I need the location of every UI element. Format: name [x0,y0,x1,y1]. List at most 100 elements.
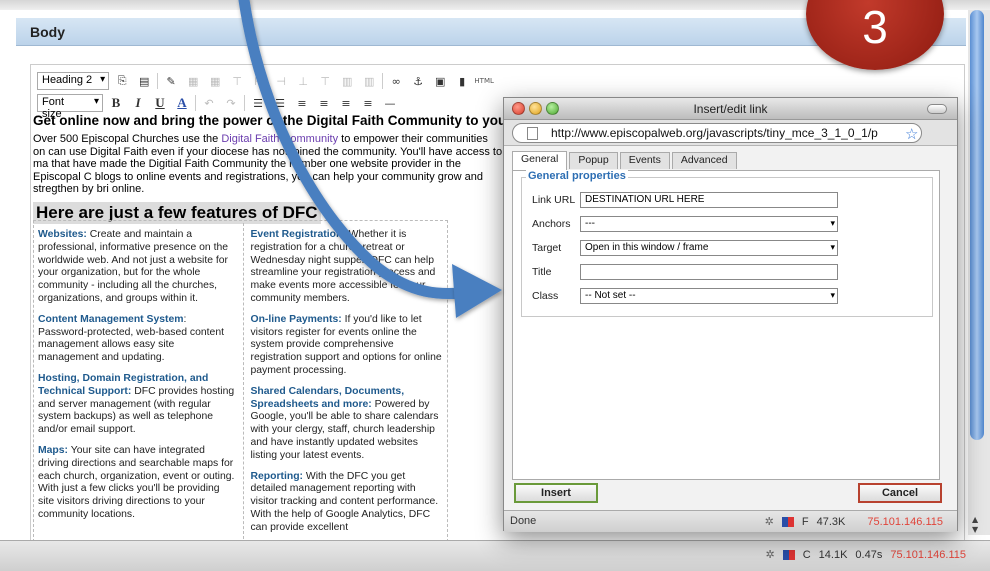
row-props-icon[interactable]: ⊤ [228,72,246,90]
feature-title: Reporting: [250,470,304,482]
link-icon[interactable]: ∞ [387,72,405,90]
insert-col-icon[interactable]: ⊥ [294,72,312,90]
anchors-label: Anchors [532,218,571,230]
intro-text-start: Over 500 Episcopal Churches use the [33,133,222,145]
paste-icon[interactable]: ▤ [135,72,153,90]
dialog-status-text: Done [510,515,537,527]
edit-icon[interactable]: ✎ [162,72,180,90]
dialog-status-info: ✲ F 47.3K 75.101.146.115 [765,515,943,529]
image-icon[interactable]: ▣ [431,72,449,90]
dialog-url-field[interactable]: http://www.episcopalweb.org/javascripts/… [512,123,922,143]
html-source-icon[interactable]: HTML [474,72,493,90]
class-row: Class -- Not set -- ▾ [532,288,838,304]
align-right-icon[interactable]: ≡ [337,94,355,112]
bullet-list-icon[interactable]: ☰ [249,94,267,112]
feature-title: On-line Payments: [250,313,342,325]
dialog-titlebar[interactable]: Insert/edit link [504,98,957,120]
fontsize-select[interactable]: Font size [37,94,103,120]
page-scrollbar[interactable]: ▲ ▼ [968,10,990,535]
dialog-url-text: http://www.episcopalweb.org/javascripts/… [551,126,878,140]
feature-title: Content Management System [38,313,184,325]
main-status-letter: C [802,548,811,561]
toolbar-toggle-icon[interactable] [927,104,947,114]
page-icon [527,127,538,140]
scroll-down-icon[interactable]: ▼ [972,525,978,534]
split-cells-icon[interactable]: ▥ [338,72,356,90]
bold-button[interactable]: B [107,94,125,112]
media-icon[interactable]: ▮ [453,72,471,90]
toolbar-separator [244,95,245,111]
general-properties-legend: General properties [526,170,628,182]
general-properties-fieldset: General properties Link URL DESTINATION … [521,170,933,317]
title-label: Title [532,266,552,278]
align-center-icon[interactable]: ≡ [315,94,333,112]
tab-popup[interactable]: Popup [569,152,618,169]
merge-cells-icon[interactable]: ▥ [360,72,378,90]
italic-button[interactable]: I [129,94,147,112]
editor-toolbar-row-2: Font size B I U A ↶ ↷ ☰ ☰ ≡ ≡ ≡ ≡ — [37,93,399,120]
tab-events[interactable]: Events [619,152,670,169]
title-row: Title [532,264,838,280]
feature-item: Shared Calendars, Documents, Spreadsheet… [250,386,443,463]
anchors-selected-value: --- [585,218,595,229]
gear-icon[interactable]: ✲ [765,515,774,528]
main-status-bar: ✲ C 14.1K 0.47s 75.101.146.115 [0,540,990,571]
step-number: 3 [862,1,888,53]
target-selected-value: Open in this window / frame [585,242,709,253]
dialog-url-bar: http://www.episcopalweb.org/javascripts/… [504,120,957,146]
underline-button[interactable]: U [151,94,169,112]
main-status-ip: 75.101.146.115 [890,548,966,561]
digital-faith-link[interactable]: Digital Faith Community [221,133,338,145]
gear-icon[interactable]: ✲ [766,548,775,561]
dialog-title: Insert/edit link [693,102,768,116]
dialog-status-letter: F [801,515,809,528]
features-column-left: Websites: Create and maintain a professi… [38,223,237,539]
flag-icon [782,549,795,560]
undo-icon[interactable]: ↶ [200,94,218,112]
anchors-select[interactable]: --- ▾ [580,216,838,232]
forecolor-button[interactable]: A [173,94,191,112]
page-scrollbar-thumb[interactable] [970,10,984,440]
delete-row-icon[interactable]: ⊣ [272,72,290,90]
class-select[interactable]: -- Not set -- ▾ [580,288,838,304]
insert-button[interactable]: Insert [514,483,598,503]
dialog-body: General Popup Events Advanced General pr… [504,146,957,532]
scroll-up-icon[interactable]: ▲ [972,515,978,524]
intro-paragraph: Over 500 Episcopal Churches use the Digi… [33,133,503,196]
link-url-input[interactable]: DESTINATION URL HERE [580,192,838,208]
title-input[interactable] [580,264,838,280]
toolbar-separator [195,95,196,111]
cancel-button[interactable]: Cancel [858,483,942,503]
feature-item: Event Registration: Whether it is regist… [250,229,443,306]
dialog-status-ip: 75.101.146.115 [867,515,943,528]
class-selected-value: -- Not set -- [585,290,636,301]
redo-icon[interactable]: ↷ [222,94,240,112]
tab-general[interactable]: General [512,151,568,170]
numbered-list-icon[interactable]: ☰ [271,94,289,112]
align-justify-icon[interactable]: ≡ [359,94,377,112]
copy-icon[interactable]: ⎘ [113,72,131,90]
tab-advanced[interactable]: Advanced [671,152,737,169]
horizontal-rule-button[interactable]: — [381,94,399,112]
delete-col-icon[interactable]: ⊤ [316,72,334,90]
table-props-icon[interactable]: ▦ [206,72,224,90]
flag-icon [781,516,794,527]
format-select[interactable]: Heading 2 [37,72,110,90]
feature-item: Content Management System: Password-prot… [38,314,237,365]
bookmark-star-icon[interactable]: ☆ [905,125,918,142]
align-left-icon[interactable]: ≡ [293,94,311,112]
insert-row-icon[interactable]: ⊢ [250,72,268,90]
feature-title: Maps: [38,444,69,456]
body-section-title: Body [30,24,65,40]
table-icon[interactable]: ▦ [184,72,202,90]
class-label: Class [532,290,559,302]
anchors-row: Anchors --- ▾ [532,216,838,232]
feature-item: Maps: Your site can have integrated driv… [38,445,237,522]
feature-text: Create and maintain a professional, info… [38,229,229,304]
feature-item: On-line Payments: If you'd like to let v… [250,314,443,378]
insert-edit-link-dialog: Insert/edit link http://www.episcopalweb… [503,97,958,532]
main-status-size: 14.1K [818,548,848,561]
anchor-icon[interactable]: ⚓ [409,72,427,90]
toolbar-separator [382,73,384,89]
target-select[interactable]: Open in this window / frame ▾ [580,240,838,256]
